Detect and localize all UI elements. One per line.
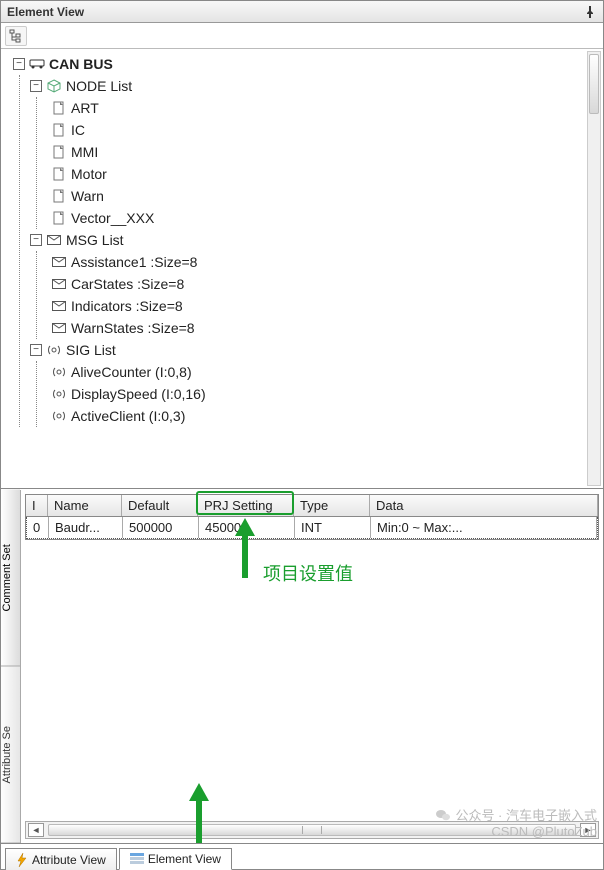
col-data[interactable]: Data	[370, 495, 598, 516]
envelope-icon	[51, 320, 67, 336]
signal-icon	[51, 408, 67, 424]
scroll-thumb[interactable]	[48, 824, 576, 836]
tree-node-item[interactable]: Vector__XXX	[51, 207, 603, 229]
tree-msg-item[interactable]: Assistance1 :Size=8	[51, 251, 603, 273]
item-label: MMI	[71, 141, 98, 163]
item-label: Vector__XXX	[71, 207, 154, 229]
vtab-attribute-set[interactable]: Attribute Se	[1, 667, 20, 844]
bottom-tabs: Attribute View Element View	[1, 843, 603, 869]
scroll-right-icon[interactable]: ►	[580, 823, 596, 837]
pin-icon[interactable]	[583, 5, 597, 19]
tab-label: Element View	[148, 852, 221, 866]
item-label: ART	[71, 97, 99, 119]
item-label: Motor	[71, 163, 107, 185]
tree-panel[interactable]: − CAN BUS − NODE List ART IC MMI Motor W…	[1, 49, 603, 489]
window-title: Element View	[7, 5, 84, 19]
page-icon	[51, 188, 67, 204]
horizontal-scrollbar[interactable]: ◄ ►	[25, 821, 599, 839]
envelope-icon	[51, 298, 67, 314]
tree-msg-item[interactable]: WarnStates :Size=8	[51, 317, 603, 339]
cell-index: 0	[27, 517, 49, 538]
item-label: DisplaySpeed (I:0,16)	[71, 383, 206, 405]
lower-panel: Comment Set Attribute Se I Name Default …	[1, 489, 603, 843]
tree-node-item[interactable]: MMI	[51, 141, 603, 163]
page-icon	[51, 100, 67, 116]
grid-header: I Name Default PRJ Setting Type Data	[26, 495, 598, 517]
expander-icon[interactable]: −	[30, 80, 42, 92]
item-label: Warn	[71, 185, 104, 207]
item-label: Indicators :Size=8	[71, 295, 183, 317]
signal-icon	[46, 342, 62, 358]
bus-icon	[29, 56, 45, 72]
col-type[interactable]: Type	[294, 495, 370, 516]
item-label: Assistance1 :Size=8	[71, 251, 197, 273]
tree-sig-item[interactable]: DisplaySpeed (I:0,16)	[51, 383, 603, 405]
tab-attribute-view[interactable]: Attribute View	[5, 848, 117, 870]
tree-sig-list[interactable]: − SIG List	[30, 339, 603, 361]
tree-scrollbar[interactable]	[587, 51, 601, 486]
cell-data: Min:0 ~ Max:...	[371, 517, 597, 538]
expander-icon[interactable]: −	[13, 58, 25, 70]
tree-node-list[interactable]: − NODE List	[30, 75, 603, 97]
item-label: IC	[71, 119, 85, 141]
tree-sig-item[interactable]: AliveCounter (I:0,8)	[51, 361, 603, 383]
tree-label: SIG List	[66, 339, 116, 361]
tree-node-item[interactable]: IC	[51, 119, 603, 141]
tab-element-view[interactable]: Element View	[119, 848, 232, 870]
envelope-icon	[51, 276, 67, 292]
tree-label: NODE List	[66, 75, 132, 97]
col-default[interactable]: Default	[122, 495, 198, 516]
item-label: CarStates :Size=8	[71, 273, 184, 295]
page-icon	[51, 144, 67, 160]
tree-node-item[interactable]: Motor	[51, 163, 603, 185]
envelope-icon	[46, 232, 62, 248]
col-name[interactable]: Name	[48, 495, 122, 516]
tab-label: Attribute View	[32, 853, 106, 867]
scroll-left-icon[interactable]: ◄	[28, 823, 44, 837]
toolbar	[1, 23, 603, 49]
tree-label: MSG List	[66, 229, 124, 251]
tree-msg-list[interactable]: − MSG List	[30, 229, 603, 251]
expander-icon[interactable]: −	[30, 234, 42, 246]
cell-name: Baudr...	[49, 517, 123, 538]
item-label: ActiveClient (I:0,3)	[71, 405, 185, 427]
vertical-tabs: Comment Set Attribute Se	[1, 490, 21, 843]
lightning-icon	[16, 853, 28, 867]
page-icon	[51, 210, 67, 226]
item-label: WarnStates :Size=8	[71, 317, 195, 339]
expander-icon[interactable]: −	[30, 344, 42, 356]
signal-icon	[51, 364, 67, 380]
vtab-comment-set[interactable]: Comment Set	[1, 490, 20, 667]
title-bar: Element View	[1, 1, 603, 23]
list-icon	[130, 853, 144, 865]
toolbar-tree-button[interactable]	[5, 26, 27, 46]
cube-icon	[46, 78, 62, 94]
cell-default: 500000	[123, 517, 199, 538]
tree-msg-item[interactable]: CarStates :Size=8	[51, 273, 603, 295]
cell-type: INT	[295, 517, 371, 538]
col-prj-setting[interactable]: PRJ Setting	[198, 495, 294, 516]
tree-sig-item[interactable]: ActiveClient (I:0,3)	[51, 405, 603, 427]
signal-icon	[51, 386, 67, 402]
cell-prj-setting: 450000	[199, 517, 295, 538]
tree-root-label: CAN BUS	[49, 53, 113, 75]
col-index[interactable]: I	[26, 495, 48, 516]
tree-root[interactable]: − CAN BUS	[9, 53, 603, 75]
page-icon	[51, 166, 67, 182]
item-label: AliveCounter (I:0,8)	[71, 361, 192, 383]
tree-msg-item[interactable]: Indicators :Size=8	[51, 295, 603, 317]
envelope-icon	[51, 254, 67, 270]
grid-row[interactable]: 0 Baudr... 500000 450000 INT Min:0 ~ Max…	[26, 517, 598, 539]
attribute-grid[interactable]: I Name Default PRJ Setting Type Data 0 B…	[25, 494, 599, 540]
tree-node-item[interactable]: Warn	[51, 185, 603, 207]
tree-node-item[interactable]: ART	[51, 97, 603, 119]
page-icon	[51, 122, 67, 138]
